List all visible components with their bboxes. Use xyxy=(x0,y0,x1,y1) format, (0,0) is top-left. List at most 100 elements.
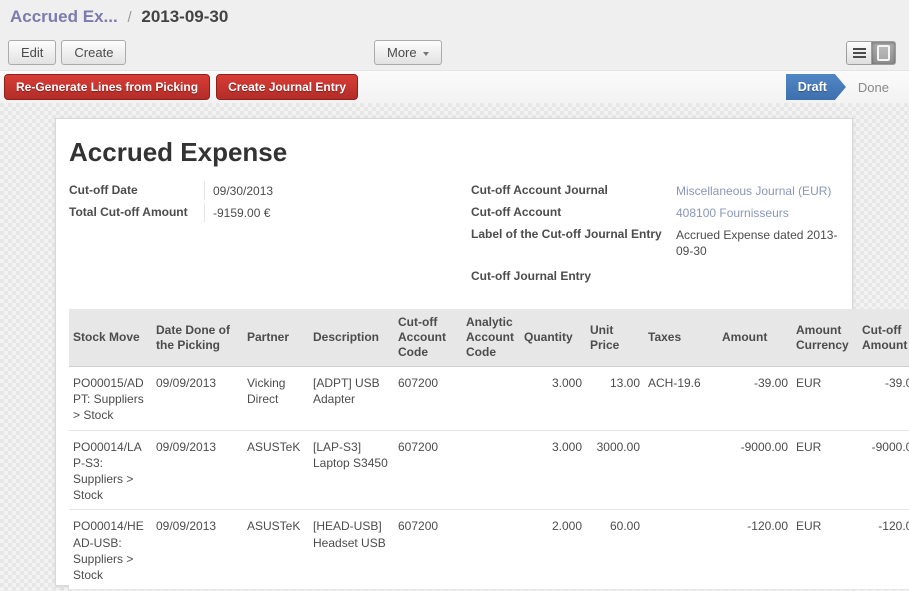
create-button[interactable]: Create xyxy=(61,40,126,65)
table-cell: 3.000 xyxy=(520,367,586,431)
chevron-down-icon xyxy=(423,52,429,56)
column-header[interactable]: Amount xyxy=(718,309,792,367)
field-groups: Cut-off Date09/30/2013Total Cut-off Amou… xyxy=(69,181,839,309)
more-button-label: More xyxy=(387,45,417,60)
table-cell: ASUSTeK xyxy=(243,430,309,510)
field-value: -9159.00 € xyxy=(204,203,414,222)
field-value xyxy=(676,267,853,286)
table-cell: -39.00 xyxy=(858,367,909,431)
column-header[interactable]: Description xyxy=(309,309,394,367)
table-cell xyxy=(462,367,520,431)
table-cell: -39.00 xyxy=(718,367,792,431)
more-button[interactable]: More xyxy=(374,40,442,65)
table-cell: 60.00 xyxy=(586,510,644,590)
form-view-button[interactable] xyxy=(871,42,895,64)
column-header[interactable]: Cut-off Amount xyxy=(858,309,909,367)
field-label: Label of the Cut-off Journal Entry xyxy=(471,225,676,241)
breadcrumb-current: 2013-09-30 xyxy=(141,7,228,26)
table-cell: -9000.00 xyxy=(858,430,909,510)
field-row: Cut-off Account408100 Fournisseurs xyxy=(471,203,853,223)
table-cell: [HEAD-USB] Headset USB xyxy=(309,510,394,590)
create-journal-entry-button[interactable]: Create Journal Entry xyxy=(216,74,358,100)
content-area: Accrued Expense Cut-off Date09/30/2013To… xyxy=(0,103,909,591)
statusbar: DraftDone xyxy=(786,71,899,103)
field-label: Cut-off Date xyxy=(69,181,204,197)
column-header[interactable]: Partner xyxy=(243,309,309,367)
table-cell: 09/09/2013 xyxy=(152,510,243,590)
table-cell: 607200 xyxy=(394,367,462,431)
table-cell xyxy=(644,430,718,510)
list-icon xyxy=(853,48,866,58)
field-value[interactable]: 408100 Fournisseurs xyxy=(676,203,853,222)
action-row: Re-Generate Lines from Picking Create Jo… xyxy=(0,70,909,104)
field-label: Cut-off Journal Entry xyxy=(471,267,676,283)
table-cell: EUR xyxy=(792,430,858,510)
table-row[interactable]: PO00015/ADPT: Suppliers > Stock09/09/201… xyxy=(69,367,909,431)
column-header[interactable]: Analytic Account Code xyxy=(462,309,520,367)
field-label: Cut-off Account Journal xyxy=(471,181,676,197)
primary-buttons: Edit Create xyxy=(8,40,126,65)
table-cell xyxy=(644,510,718,590)
table-cell: -9000.00 xyxy=(718,430,792,510)
table-cell: 3000.00 xyxy=(586,430,644,510)
column-header[interactable]: Stock Move xyxy=(69,309,152,367)
field-label: Total Cut-off Amount xyxy=(69,203,204,219)
table-header-row: Stock MoveDate Done of the PickingPartne… xyxy=(69,309,909,367)
table-row[interactable]: PO00014/HEAD-USB: Suppliers > Stock09/09… xyxy=(69,510,909,590)
field-group-right: Cut-off Account JournalMiscellaneous Jou… xyxy=(471,181,853,289)
regenerate-lines-button[interactable]: Re-Generate Lines from Picking xyxy=(4,74,210,100)
field-row: Cut-off Journal Entry xyxy=(471,267,853,287)
breadcrumb: Accrued Ex... / 2013-09-30 xyxy=(10,7,228,27)
column-header[interactable]: Quantity xyxy=(520,309,586,367)
table-cell: 607200 xyxy=(394,510,462,590)
field-label: Cut-off Account xyxy=(471,203,676,219)
page-title: Accrued Expense xyxy=(69,137,839,167)
column-header[interactable]: Taxes xyxy=(644,309,718,367)
table-cell: -120.00 xyxy=(858,510,909,590)
table-row[interactable]: PO00014/LAP-S3: Suppliers > Stock09/09/2… xyxy=(69,430,909,510)
column-header[interactable]: Date Done of the Picking xyxy=(152,309,243,367)
table-cell: PO00014/HEAD-USB: Suppliers > Stock xyxy=(69,510,152,590)
status-draft: Draft xyxy=(786,74,846,100)
table-cell: 607200 xyxy=(394,430,462,510)
field-value[interactable]: Miscellaneous Journal (EUR) xyxy=(676,181,853,200)
lines-table: Stock MoveDate Done of the PickingPartne… xyxy=(69,309,909,590)
field-row: Cut-off Date09/30/2013 xyxy=(69,181,414,201)
field-row: Cut-off Account JournalMiscellaneous Jou… xyxy=(471,181,853,201)
breadcrumb-parent-link[interactable]: Accrued Ex... xyxy=(10,7,118,26)
table-cell xyxy=(462,510,520,590)
table-cell xyxy=(462,430,520,510)
table-cell: [ADPT] USB Adapter xyxy=(309,367,394,431)
field-value: 09/30/2013 xyxy=(204,181,414,200)
field-row: Total Cut-off Amount-9159.00 € xyxy=(69,203,414,223)
column-header[interactable]: Cut-off Account Code xyxy=(394,309,462,367)
list-view-button[interactable] xyxy=(847,42,871,64)
top-bar: Accrued Ex... / 2013-09-30 Edit Create M… xyxy=(0,0,909,70)
form-icon xyxy=(877,45,890,61)
form-sheet: Accrued Expense Cut-off Date09/30/2013To… xyxy=(55,118,853,586)
action-buttons: Re-Generate Lines from Picking Create Jo… xyxy=(4,74,358,100)
edit-button[interactable]: Edit xyxy=(8,40,56,65)
column-header[interactable]: Unit Price xyxy=(586,309,644,367)
table-cell: 13.00 xyxy=(586,367,644,431)
page: Accrued Ex... / 2013-09-30 Edit Create M… xyxy=(0,0,909,591)
status-done: Done xyxy=(848,80,899,95)
table-cell: [LAP-S3] Laptop S3450 xyxy=(309,430,394,510)
breadcrumb-separator: / xyxy=(122,9,136,26)
table-cell: EUR xyxy=(792,510,858,590)
field-row: Label of the Cut-off Journal EntryAccrue… xyxy=(471,225,853,259)
table-cell: PO00015/ADPT: Suppliers > Stock xyxy=(69,367,152,431)
table-cell: ASUSTeK xyxy=(243,510,309,590)
lines-table-wrap: Stock MoveDate Done of the PickingPartne… xyxy=(69,309,887,591)
table-cell: 3.000 xyxy=(520,430,586,510)
table-cell: EUR xyxy=(792,367,858,431)
table-cell: Vicking Direct xyxy=(243,367,309,431)
view-switcher xyxy=(846,41,896,65)
table-cell: 2.000 xyxy=(520,510,586,590)
table-cell: PO00014/LAP-S3: Suppliers > Stock xyxy=(69,430,152,510)
field-value: Accrued Expense dated 2013-09-30 xyxy=(676,225,853,259)
table-cell: 09/09/2013 xyxy=(152,367,243,431)
table-cell: ACH-19.6 xyxy=(644,367,718,431)
column-header[interactable]: Amount Currency xyxy=(792,309,858,367)
field-group-left: Cut-off Date09/30/2013Total Cut-off Amou… xyxy=(69,181,414,225)
